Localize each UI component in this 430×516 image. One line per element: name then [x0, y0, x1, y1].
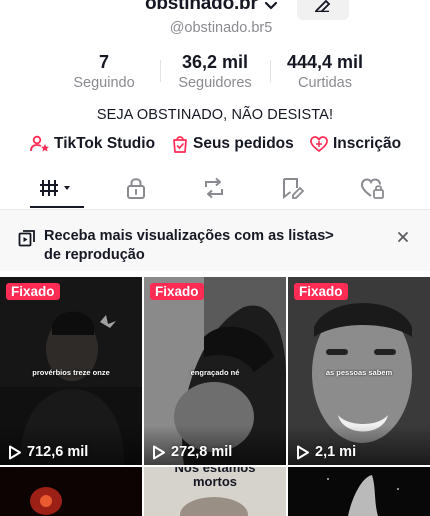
profile-username[interactable]: obstinado.br [145, 0, 258, 15]
stat-followers-value: 36,2 mil [181, 52, 249, 72]
profile-bio: SEJA OBSTINADO, NÃO DESISTA! [96, 107, 334, 123]
tab-liked[interactable] [352, 168, 392, 208]
playlist-icon [18, 230, 35, 247]
profile-handle: @obstinado.br5 [169, 20, 273, 36]
video-caption: mortos [192, 474, 238, 489]
chevron-down-icon[interactable] [263, 0, 279, 14]
video-grid: Fixado provérbios treze onze 712,6 mil F… [0, 277, 430, 516]
play-icon [9, 445, 21, 459]
profile-stats: 7 Seguindo 36,2 mil Seguidores 444,4 mil… [0, 52, 430, 92]
subscription-link[interactable]: Inscrição [309, 133, 401, 155]
stat-likes-label: Curtidas [298, 75, 352, 91]
stat-divider [160, 60, 161, 82]
playlist-banner[interactable]: Receba mais visualizações com as listas … [0, 210, 430, 271]
pinned-badge: Fixado [150, 283, 204, 300]
person-star-icon [30, 135, 49, 152]
stat-followers[interactable]: 36,2 mil Seguidores [166, 52, 264, 93]
video-caption: provérbios treze onze [32, 368, 110, 377]
video-thumbnail[interactable] [288, 467, 430, 516]
playlist-banner-text: Receba mais visualizações com as listas … [44, 228, 326, 263]
video-thumbnail-image [288, 467, 430, 516]
stat-following[interactable]: 7 Seguindo [64, 52, 144, 93]
video-thumbnail-image [0, 467, 142, 516]
video-thumbnail[interactable]: Nós estamos mortos [144, 467, 286, 516]
video-views: 712,6 mil [8, 444, 88, 460]
pinned-badge: Fixado [294, 283, 348, 300]
tiktok-studio-label: TikTok Studio [54, 135, 156, 152]
profile-links: TikTok Studio Seus pedidos Inscrição [0, 133, 430, 155]
video-caption: engraçado né [190, 368, 240, 377]
video-thumbnail[interactable] [0, 467, 142, 516]
chevron-right-icon[interactable]: > [325, 227, 334, 244]
tab-favorites[interactable] [273, 168, 313, 208]
tab-private[interactable] [116, 168, 156, 208]
video-views: 272,8 mil [152, 444, 232, 460]
tiktok-studio-link[interactable]: TikTok Studio [30, 133, 155, 155]
video-thumbnail[interactable]: Fixado engraçado né 272,8 mil [144, 277, 286, 465]
grid-icon [40, 180, 70, 196]
heart-gift-icon [310, 136, 328, 153]
tab-reposts[interactable] [194, 168, 234, 208]
play-icon [297, 445, 309, 459]
play-icon [153, 445, 165, 459]
shopping-bag-icon [173, 136, 187, 153]
profile-header: obstinado.br @obstinado.br5 [0, 0, 430, 36]
profile-tabs [0, 168, 430, 210]
stat-likes-value: 444,4 mil [286, 52, 364, 72]
repost-icon [205, 177, 223, 199]
video-views-count: 2,1 mi [315, 444, 357, 460]
stat-followers-label: Seguidores [178, 75, 252, 91]
pinned-badge: Fixado [6, 283, 60, 300]
video-thumbnail[interactable]: Fixado as pessoas sabem 2,1 mi [288, 277, 430, 465]
video-views: 2,1 mi [296, 444, 356, 460]
lock-icon [127, 178, 145, 199]
stat-following-label: Seguindo [73, 75, 135, 91]
orders-link[interactable]: Seus pedidos [171, 133, 294, 155]
orders-label: Seus pedidos [193, 135, 294, 152]
active-tab-indicator [30, 206, 84, 208]
heart-lock-icon [360, 178, 384, 199]
video-views-count: 272,8 mil [171, 444, 233, 460]
tab-videos[interactable] [30, 168, 84, 208]
bookmark-icon [283, 178, 305, 200]
video-caption: as pessoas sabem [325, 368, 393, 377]
stat-divider [270, 60, 271, 82]
subscription-label: Inscrição [333, 135, 402, 152]
edit-profile-button[interactable] [297, 0, 349, 20]
stat-following-value: 7 [98, 52, 109, 72]
video-thumbnail[interactable]: Fixado provérbios treze onze 712,6 mil [0, 277, 142, 465]
video-views-count: 712,6 mil [27, 444, 89, 460]
close-icon[interactable] [396, 230, 410, 244]
pencil-icon [315, 0, 331, 12]
stat-likes[interactable]: 444,4 mil Curtidas [276, 52, 374, 93]
